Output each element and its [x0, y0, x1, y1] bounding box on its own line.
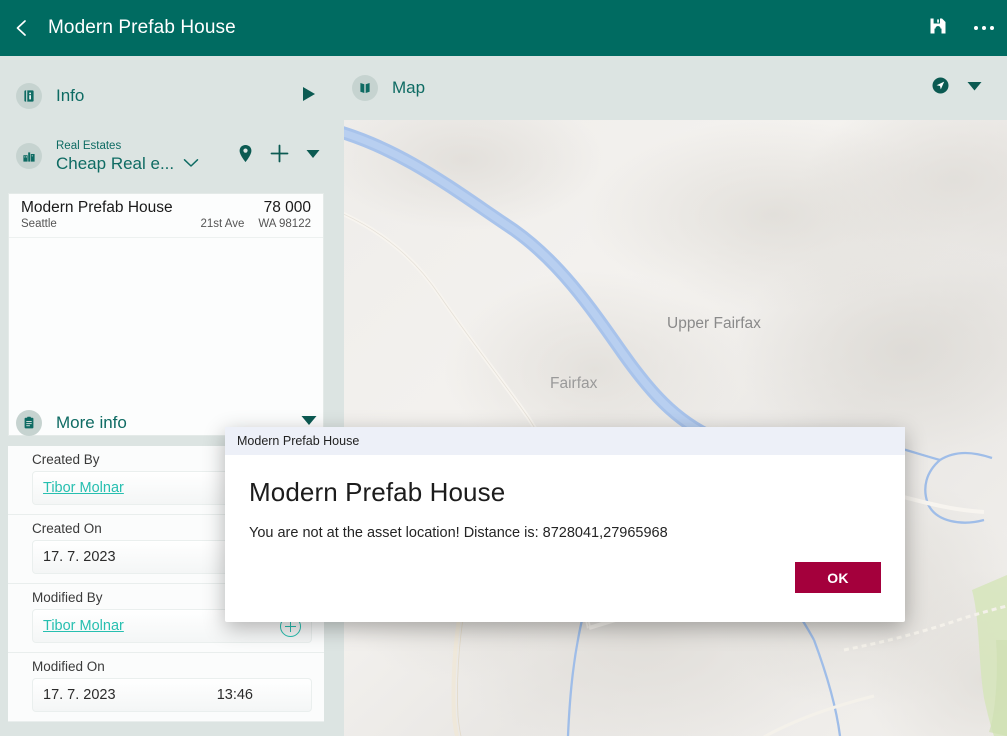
more-options-button[interactable]	[961, 0, 1007, 56]
map-dropdown-button[interactable]	[957, 71, 991, 105]
dialog-body: Modern Prefab House You are not at the a…	[225, 455, 905, 541]
save-button[interactable]	[915, 0, 961, 56]
page-title: Modern Prefab House	[48, 17, 236, 39]
real-estates-value-row[interactable]: Cheap Real e...	[56, 153, 199, 174]
locate-me-button[interactable]	[923, 71, 957, 105]
list-item-address: 21st Ave WA 98122	[200, 218, 311, 230]
field-value-link[interactable]: Tibor Molnar	[43, 618, 124, 634]
real-estates-value: Cheap Real e...	[56, 153, 174, 174]
field-label: Modified On	[32, 659, 312, 674]
more-options-icon	[974, 26, 994, 30]
app-root: Modern Prefab House	[0, 0, 1007, 736]
map-panel-label: Map	[392, 78, 425, 98]
field-value-date: 17. 7. 2023	[43, 687, 116, 703]
list-item-top: Modern Prefab House 78 000	[21, 199, 311, 217]
app-bar: Modern Prefab House	[0, 0, 1007, 56]
map-icon	[352, 75, 378, 101]
map-label-fairfax: Fairfax	[550, 375, 598, 392]
triangle-down-icon	[305, 147, 321, 165]
list-item-price: 78 000	[264, 199, 311, 217]
field-modified-on: Modified On 17. 7. 2023 13:46	[8, 653, 324, 722]
alert-dialog: Modern Prefab House Modern Prefab House …	[225, 427, 905, 622]
ok-button[interactable]: OK	[795, 562, 881, 593]
back-button[interactable]	[0, 0, 44, 56]
chevron-down-icon	[183, 158, 199, 168]
section-more-info-label: More info	[56, 413, 127, 433]
info-badge-icon	[16, 83, 42, 109]
dialog-actions: OK	[225, 541, 905, 593]
chevron-left-icon	[12, 18, 32, 38]
dialog-titlebar: Modern Prefab House	[225, 427, 905, 455]
real-estates-selector-row: Real Estates Cheap Real e...	[0, 130, 340, 182]
building-icon	[16, 143, 42, 169]
plus-icon	[270, 144, 289, 168]
real-estates-sublabel: Real Estates	[56, 139, 199, 153]
list-item-name: Modern Prefab House	[21, 199, 173, 217]
field-value-link[interactable]: Tibor Molnar	[43, 480, 124, 496]
field-value-date: 17. 7. 2023	[43, 549, 116, 565]
list-item-region: WA 98122	[258, 218, 311, 230]
add-real-estate-button[interactable]	[262, 139, 296, 173]
map-label-upper-fairfax: Upper Fairfax	[667, 315, 761, 332]
locate-on-map-button[interactable]	[228, 139, 262, 173]
map-panel: Map	[340, 56, 1007, 736]
real-estates-texts: Real Estates Cheap Real e...	[56, 139, 199, 174]
real-estates-list: Modern Prefab House 78 000 Seattle 21st …	[8, 193, 324, 436]
play-triangle-right-icon	[302, 86, 316, 107]
section-info-label: Info	[56, 86, 84, 106]
map-header: Map	[340, 56, 1007, 120]
clipboard-icon	[16, 410, 42, 436]
real-estates-dropdown-button[interactable]	[296, 139, 330, 173]
section-info[interactable]: Info	[0, 74, 340, 118]
field-value-time: 13:46	[217, 687, 301, 703]
map-pin-icon	[238, 144, 253, 168]
triangle-down-icon	[966, 79, 983, 97]
dialog-message: You are not at the asset location! Dista…	[249, 525, 881, 541]
list-item-street: 21st Ave	[200, 218, 244, 230]
save-icon	[929, 17, 947, 40]
dialog-heading: Modern Prefab House	[249, 477, 881, 508]
info-expand-button[interactable]	[292, 79, 326, 113]
field-input[interactable]: 17. 7. 2023 13:46	[32, 678, 312, 712]
list-item-city: Seattle	[21, 218, 57, 230]
list-item[interactable]: Modern Prefab House 78 000 Seattle 21st …	[9, 194, 323, 238]
list-item-bottom: Seattle 21st Ave WA 98122	[21, 218, 311, 230]
left-panel: Info	[0, 56, 340, 736]
navigation-arrow-icon	[931, 76, 950, 100]
